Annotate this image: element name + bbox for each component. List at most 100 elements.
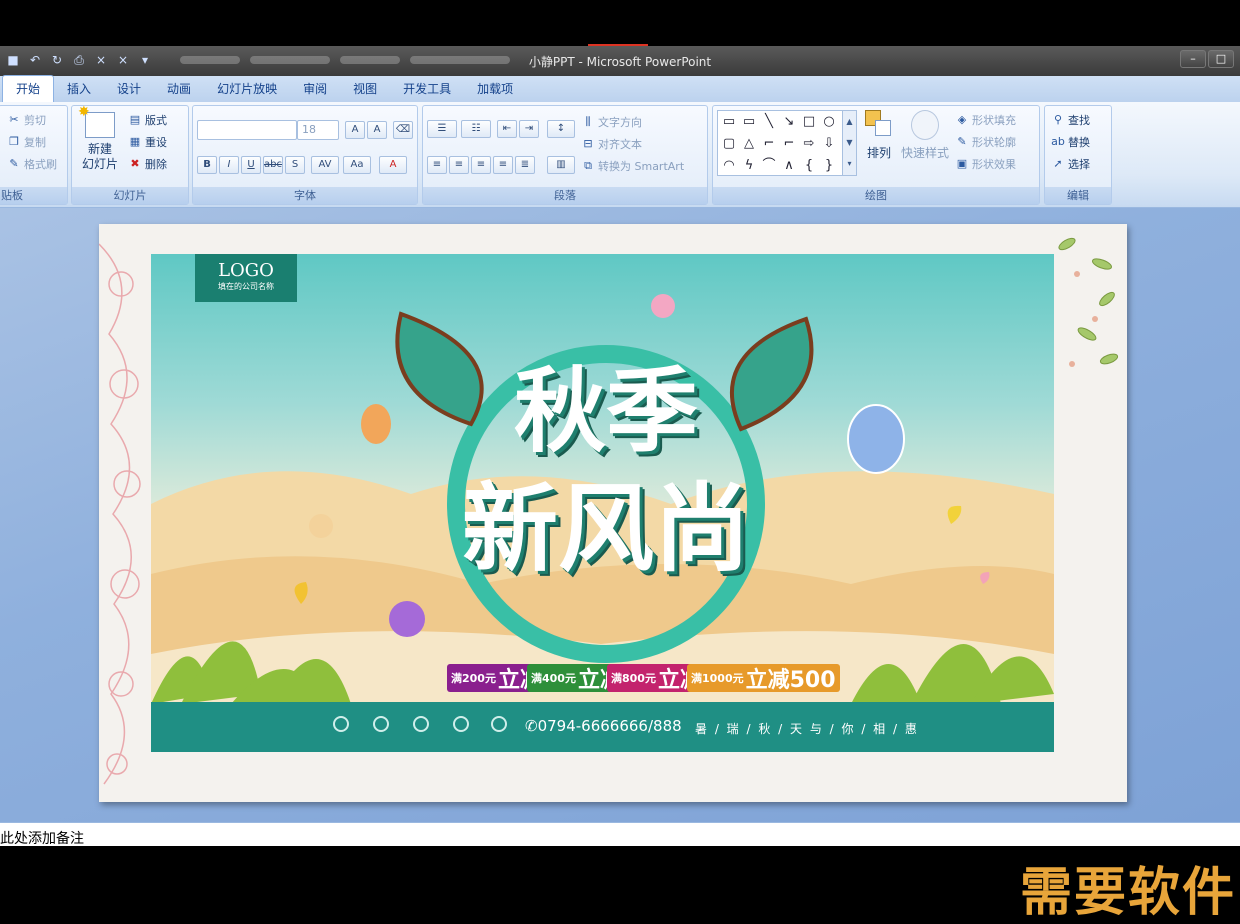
align-left-button[interactable]: ≡ (427, 156, 447, 174)
arc-shape-icon[interactable]: ⌒ (760, 157, 778, 175)
bold-button[interactable]: B (197, 156, 217, 174)
rectangle-shape-icon[interactable]: □ (800, 113, 818, 131)
clipboard-group-label: 贴板 (0, 187, 67, 204)
tab-view[interactable]: 视图 (340, 76, 390, 102)
paragraph-group-label: 段落 (423, 187, 707, 204)
shapes-gallery[interactable]: ▭ ▭ ╲ ↘ □ ○ ▢ △ ⌐ ⌐ ⇨ ⇩ ◠ ϟ ⌒ ∧ { } ▲ ▼ ▾ (717, 110, 857, 176)
align-text-icon: ⊟ (583, 137, 593, 150)
shape-outline-button[interactable]: ✎ 形状轮廓 (955, 134, 1016, 150)
slides-group: ✸ 新建 幻灯片 ▤ 版式 ▦ 重设 ✖ 删除 幻灯片 (71, 105, 189, 205)
slide-canvas[interactable]: LOGO 填在的公司名称 秋季 新风尚 满200元立减100 满400元立减20… (99, 224, 1127, 802)
tab-developer[interactable]: 开发工具 (390, 76, 464, 102)
tab-animations[interactable]: 动画 (154, 76, 204, 102)
clipboard-group: ✂ 剪切 ❐ 复制 ✎ 格式刷 贴板 (0, 105, 68, 205)
shrink-font-button[interactable]: A (367, 121, 387, 139)
bullets-button[interactable]: ☰ (427, 120, 457, 138)
line-spacing-button[interactable]: ↕ (547, 120, 575, 138)
oval-shape-icon[interactable]: ○ (820, 113, 838, 131)
replace-icon: ab (1051, 135, 1065, 148)
text-direction-button[interactable]: ⫼ 文字方向 (581, 114, 642, 130)
banner-title-line1: 秋季 (513, 358, 698, 465)
footer-badge-icon (453, 716, 469, 732)
line-shape-icon[interactable]: ╲ (760, 113, 778, 131)
left-brace-shape-icon[interactable]: { (800, 157, 818, 175)
select-button[interactable]: ➚ 选择 (1051, 156, 1090, 172)
tab-home[interactable]: 开始 (2, 75, 55, 102)
title-bar: ■ ↶ ↻ ⎙ × × ▾ 小静PPT - Microsoft PowerPoi… (0, 46, 1240, 76)
gallery-scroll[interactable]: ▲ ▼ ▾ (842, 111, 856, 175)
replace-button[interactable]: ab 替换 (1051, 134, 1090, 150)
lightning-shape-icon[interactable]: ϟ (740, 157, 758, 175)
shape-effects-button[interactable]: ▣ 形状效果 (955, 156, 1016, 172)
leaf-decoration (1058, 237, 1119, 367)
minimize-button[interactable]: – (1180, 50, 1206, 68)
increase-indent-button[interactable]: ⇥ (519, 120, 539, 138)
font-name-combo[interactable] (197, 120, 297, 140)
reset-button[interactable]: ▦ 重设 (128, 134, 167, 150)
copy-button[interactable]: ❐ 复制 (7, 134, 46, 150)
notes-placeholder: 此处添加备注 (0, 831, 84, 847)
shadow-button[interactable]: S (285, 156, 305, 174)
decrease-indent-button[interactable]: ⇤ (497, 120, 517, 138)
drawing-group: ▭ ▭ ╲ ↘ □ ○ ▢ △ ⌐ ⌐ ⇨ ⇩ ◠ ϟ ⌒ ∧ { } ▲ ▼ ▾ (712, 105, 1040, 205)
slide-editing-area: LOGO 填在的公司名称 秋季 新风尚 满200元立减100 满400元立减20… (0, 208, 1240, 822)
delete-icon: ✖ (130, 157, 140, 170)
char-spacing-button[interactable]: AV (311, 156, 339, 174)
curve-shape-icon[interactable]: ∧ (780, 157, 798, 175)
arrange-icon (865, 110, 893, 140)
vertical-textbox-shape-icon[interactable]: ▭ (740, 113, 758, 131)
align-text-button[interactable]: ⊟ 对齐文本 (581, 136, 642, 152)
grow-font-button[interactable]: A (345, 121, 365, 139)
maximize-button[interactable]: □ (1208, 50, 1234, 68)
elbow-connector-shape-icon[interactable]: ⌐ (760, 135, 778, 153)
change-case-button[interactable]: Aa (343, 156, 371, 174)
autumn-banner-image[interactable]: LOGO 填在的公司名称 秋季 新风尚 满200元立减100 满400元立减20… (151, 254, 1054, 752)
footer-badge-icon (333, 716, 349, 732)
columns-button[interactable]: ▥ (547, 156, 575, 174)
convert-smartart-button[interactable]: ⧉ 转换为 SmartArt (581, 158, 684, 174)
clear-format-button[interactable]: ⌫ (393, 121, 413, 139)
right-brace-shape-icon[interactable]: } (820, 157, 838, 175)
align-center-button[interactable]: ≡ (449, 156, 469, 174)
justify-button[interactable]: ≡ (493, 156, 513, 174)
cut-button[interactable]: ✂ 剪切 (7, 112, 46, 128)
effects-icon: ▣ (956, 157, 968, 170)
tab-design[interactable]: 设计 (104, 76, 154, 102)
layout-button[interactable]: ▤ 版式 (128, 112, 167, 128)
tab-insert[interactable]: 插入 (54, 76, 104, 102)
italic-button[interactable]: I (219, 156, 239, 174)
delete-slide-button[interactable]: ✖ 删除 (128, 156, 167, 172)
tab-slideshow[interactable]: 幻灯片放映 (204, 76, 290, 102)
editing-group-label: 编辑 (1045, 187, 1111, 204)
arrow-line-shape-icon[interactable]: ↘ (780, 113, 798, 131)
textbox-shape-icon[interactable]: ▭ (720, 113, 738, 131)
rounded-rect-shape-icon[interactable]: ▢ (720, 135, 738, 153)
font-color-button[interactable]: A (379, 156, 407, 174)
editing-group: ⚲ 查找 ab 替换 ➚ 选择 编辑 (1044, 105, 1112, 205)
font-size-combo[interactable]: 18 (297, 120, 339, 140)
shape-fill-button[interactable]: ◈ 形状填充 (955, 112, 1016, 128)
arrange-button[interactable]: 排列 (861, 110, 897, 161)
distribute-button[interactable]: ≣ (515, 156, 535, 174)
right-arrow-shape-icon[interactable]: ⇨ (800, 135, 818, 153)
paragraph-group: ☰ ☷ ⇤ ⇥ ↕ ⫼ 文字方向 ⊟ 对齐文本 ⧉ 转换为 SmartArt ≡ ≡ … (422, 105, 708, 205)
tab-addins[interactable]: 加载项 (464, 76, 526, 102)
new-slide-button[interactable]: ✸ 新建 幻灯片 (76, 105, 124, 172)
underline-button[interactable]: U (241, 156, 261, 174)
smartart-icon: ⧉ (584, 159, 592, 172)
triangle-shape-icon[interactable]: △ (740, 135, 758, 153)
format-painter-button[interactable]: ✎ 格式刷 (7, 156, 57, 172)
ribbon: ✂ 剪切 ❐ 复制 ✎ 格式刷 贴板 ✸ 新建 幻灯片 ▤ 版式 ▦ 重设 ✖ 删除 幻灯片… (0, 102, 1240, 208)
tab-review[interactable]: 审阅 (290, 76, 340, 102)
find-button[interactable]: ⚲ 查找 (1051, 112, 1090, 128)
down-arrow-shape-icon[interactable]: ⇩ (820, 135, 838, 153)
freeform-shape-icon[interactable]: ◠ (720, 157, 738, 175)
quick-styles-button[interactable]: 快速样式 (899, 110, 951, 161)
footer-slogan: 暑 / 瑞 / 秋 / 天 与 / 你 / 相 / 惠 (695, 722, 919, 736)
elbow-arrow-shape-icon[interactable]: ⌐ (780, 135, 798, 153)
scissors-icon: ✂ (9, 113, 19, 126)
notes-pane[interactable]: 此处添加备注 (0, 822, 1240, 847)
align-right-button[interactable]: ≡ (471, 156, 491, 174)
strikethrough-button[interactable]: abc (263, 156, 283, 174)
numbering-button[interactable]: ☷ (461, 120, 491, 138)
